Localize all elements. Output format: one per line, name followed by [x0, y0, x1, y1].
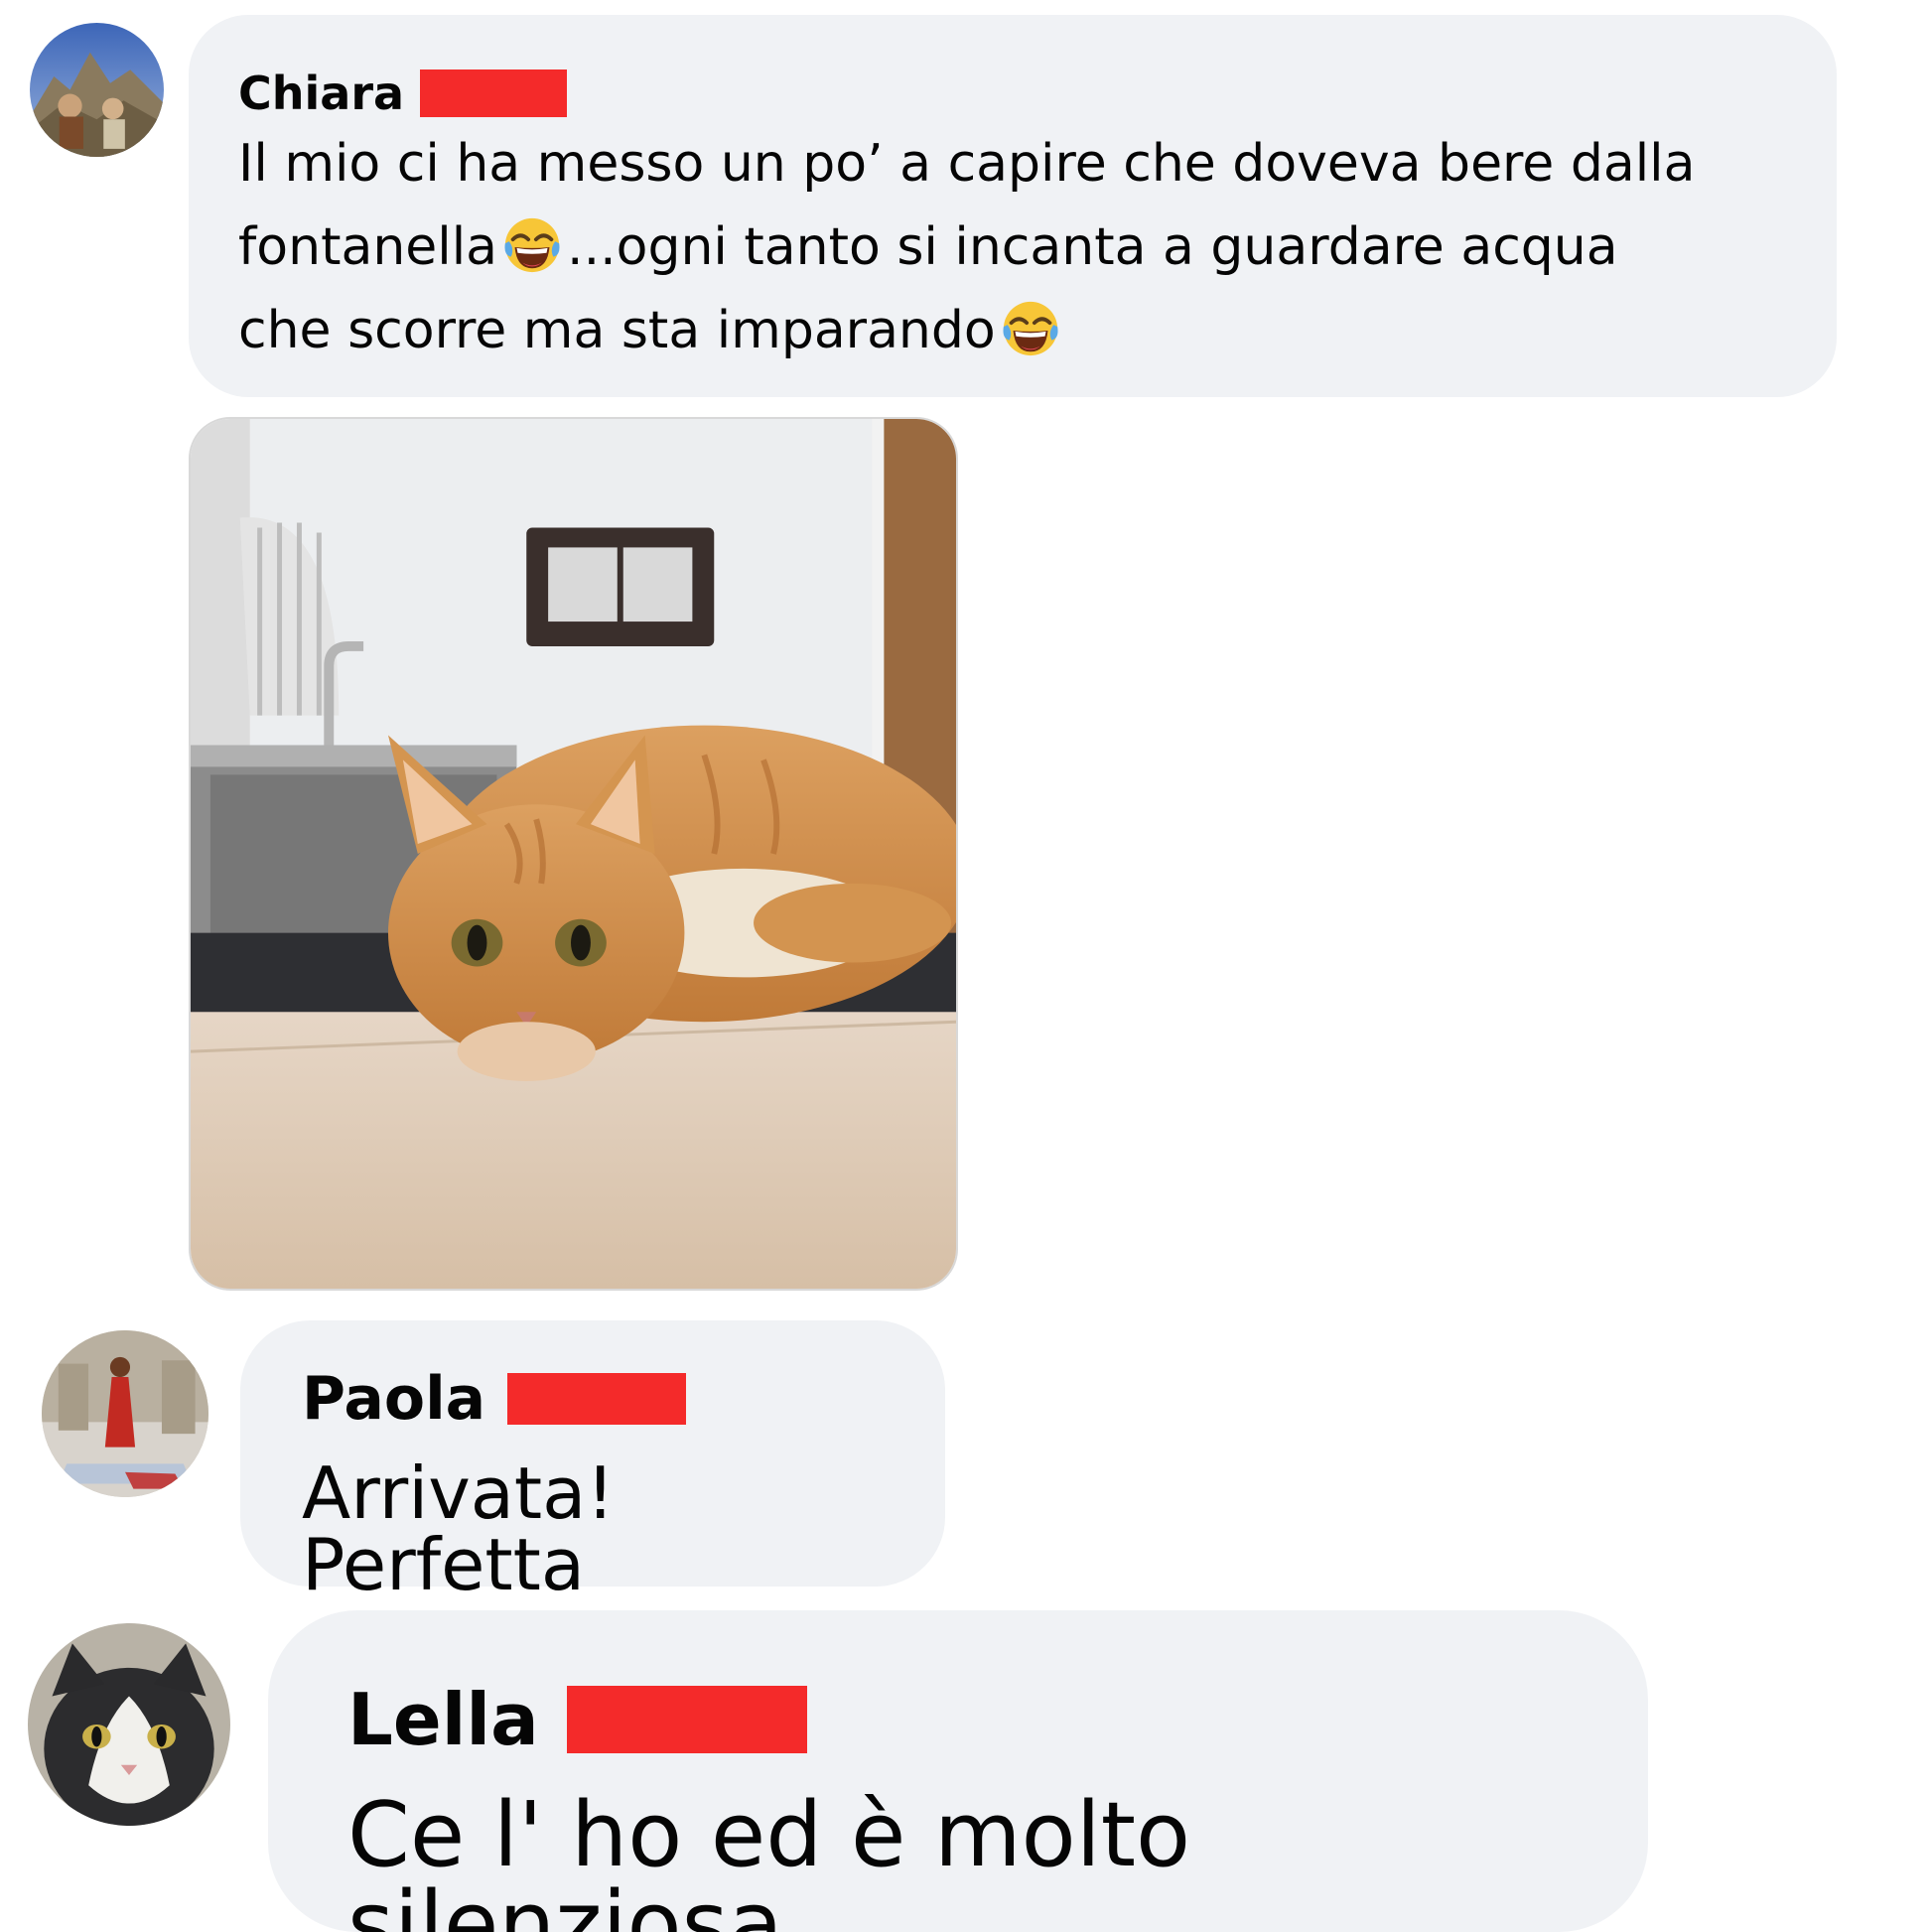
comment-photo-cat[interactable]: [189, 417, 958, 1291]
comment-bubble-paola: Paola Arrivata! Perfetta: [240, 1320, 945, 1600]
comment-text: Il mio ci ha messo un po’ a capire che d…: [238, 122, 1787, 372]
comment-line: fontanella: [238, 217, 498, 277]
comment-bubble-lella: Lella Ce l' ho ed è molto silenziosa: [268, 1610, 1648, 1932]
author-name[interactable]: Lella: [347, 1678, 539, 1761]
redaction-block: [566, 1686, 807, 1753]
redaction-block: [507, 1373, 687, 1425]
author-name[interactable]: Paola: [302, 1364, 485, 1434]
avatar-chiara[interactable]: [30, 23, 164, 157]
tears-of-joy-icon: [1000, 298, 1061, 359]
comment-author[interactable]: Lella: [347, 1670, 1569, 1769]
comment-line: che scorre ma sta imparando: [238, 301, 996, 360]
author-name[interactable]: Chiara: [238, 67, 404, 120]
comment-text: Arrivata! Perfetta: [302, 1451, 616, 1606]
comment-line: Il mio ci ha messo un po’ a capire che d…: [238, 134, 1696, 194]
tears-of-joy-icon: [501, 214, 563, 276]
avatar-paola[interactable]: [42, 1330, 208, 1497]
redaction-block: [420, 69, 568, 117]
comment-line: ...ogni tanto si incanta a guardare acqu…: [567, 217, 1618, 277]
comment-author[interactable]: Chiara: [238, 59, 1787, 128]
comment-text: Ce l' ho ed è molto silenziosa: [347, 1783, 1191, 1932]
comment-author[interactable]: Paola: [302, 1358, 884, 1440]
avatar-lella[interactable]: [28, 1623, 230, 1826]
comment-bubble-chiara: Chiara Il mio ci ha messo un po’ a capir…: [189, 15, 1837, 397]
